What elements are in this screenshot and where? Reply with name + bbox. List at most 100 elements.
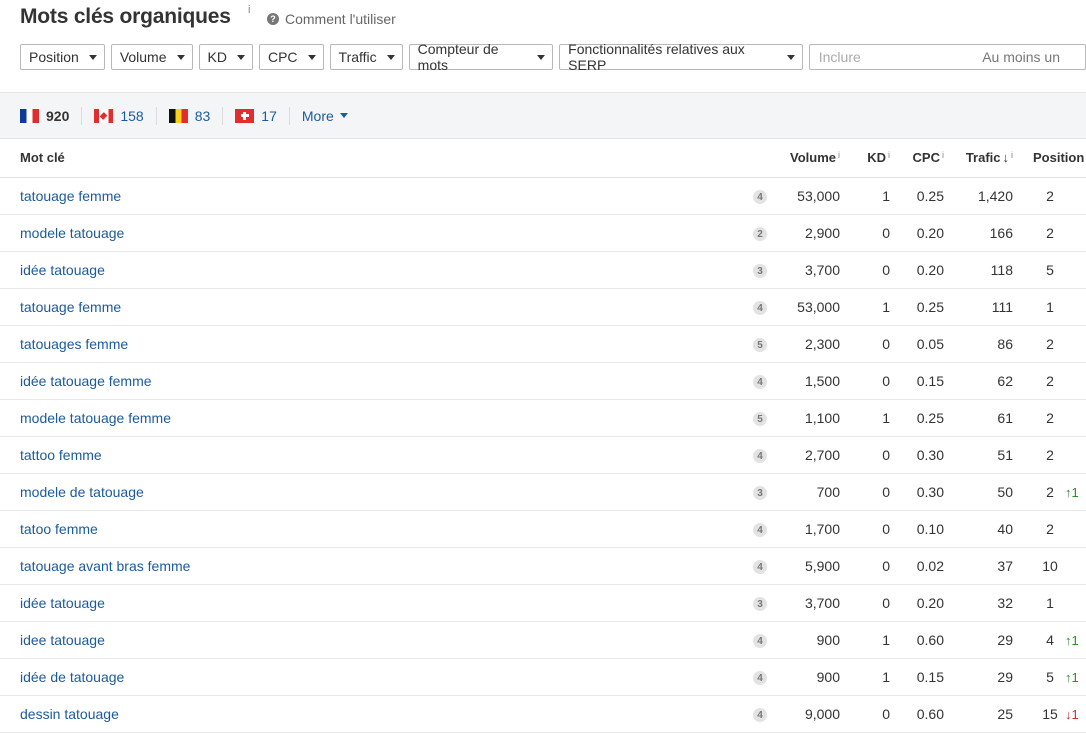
traffic-cell: 111 [991,298,1013,315]
table-row: tattoo femme 4 2,700 0 0.30 51 2 [0,436,1086,473]
filter-position-dropdown[interactable]: Position [20,44,105,70]
serp-count-badge[interactable]: 4 [753,708,767,723]
volume-cell: 2,900 [804,224,840,241]
title-info-icon[interactable]: i [248,4,250,16]
volume-cell: 9,000 [804,705,840,722]
serp-count-badge[interactable]: 3 [753,486,767,501]
position-cell: 5 [1013,251,1086,288]
country-tab-ca[interactable]: 158 [94,106,157,125]
serp-count-badge[interactable]: 4 [753,449,767,464]
keyword-link[interactable]: tattoo femme [0,436,740,473]
keyword-link[interactable]: tatouages femme [0,325,740,362]
include-mode-select[interactable]: Au moins un [982,49,1060,65]
position-change-indicator: ↑1 [1065,669,1079,685]
serp-count-badge[interactable]: 5 [753,338,767,353]
traffic-cell: 32 [997,594,1013,611]
filter-cpc-dropdown[interactable]: CPC [258,44,324,70]
keyword-link[interactable]: modele tatouage femme [0,399,740,436]
serp-features-cell: 3 [740,251,767,288]
volume-cell: 1,500 [804,372,840,389]
traffic-cell: 51 [997,446,1013,463]
col-header-position[interactable]: Position [1013,139,1086,178]
position-value: 2 [1046,224,1054,241]
position-cell: 2 ↑1 [1013,473,1086,510]
keyword-link[interactable]: modele tatouage [0,214,740,251]
serp-features-cell: 4 [740,547,767,584]
serp-count-badge[interactable]: 3 [753,597,767,612]
help-link[interactable]: ? Comment l'utiliser [267,11,396,27]
keyword-link[interactable]: idee tatouage [0,621,740,658]
flag-fr-icon [20,108,39,123]
traffic-cell: 37 [997,557,1013,574]
filter-label: Volume [119,49,167,65]
traffic-cell: 40 [997,520,1013,537]
col-header-keyword[interactable]: Mot clé [0,139,740,178]
country-tab-ch[interactable]: 17 [235,106,290,125]
col-header-cpc[interactable]: CPC i [890,139,944,178]
serp-count-badge[interactable]: 4 [753,375,767,390]
position-value: 15 [1042,705,1058,722]
table-row: tatoo femme 4 1,700 0 0.10 40 2 [0,510,1086,547]
serp-count-badge[interactable]: 4 [753,560,767,575]
serp-count-badge[interactable]: 4 [753,523,767,538]
serp-features-cell: 3 [740,584,767,621]
country-count: 920 [46,107,70,124]
info-icon[interactable]: i [942,150,944,160]
info-icon[interactable]: i [888,150,890,160]
keyword-link[interactable]: dessin tatouage [0,695,740,732]
more-countries-button[interactable]: More [302,108,348,124]
serp-count-badge[interactable]: 2 [753,227,767,242]
traffic-cell: 1,420 [977,187,1013,204]
country-count: 158 [120,107,144,124]
keyword-link[interactable]: tatoo femme [0,510,740,547]
filter-bar: Position Volume KD CPC Traffic Compteur … [20,41,1086,73]
table-row: idée de tatouage 4 900 1 0.15 29 5 ↑1 [0,658,1086,695]
position-cell: 15 ↓1 [1013,695,1086,732]
kd-cell: 0 [882,557,890,574]
keyword-link[interactable]: idée de tatouage [0,658,740,695]
filter-traffic-dropdown[interactable]: Traffic [329,44,403,70]
keyword-link[interactable]: idée tatouage [0,584,740,621]
keyword-link[interactable]: idée tatouage [0,251,740,288]
caret-down-icon [236,54,245,60]
volume-cell: 3,700 [804,594,840,611]
info-icon[interactable]: i [1011,150,1013,160]
keyword-link[interactable]: modele de tatouage [0,473,740,510]
table-row: dessin tatouage 4 9,000 0 0.60 25 15 ↓1 [0,695,1086,732]
info-icon[interactable]: i [838,150,840,160]
filter-kd-dropdown[interactable]: KD [198,44,253,70]
table-row: idée tatouage femme 4 1,500 0 0.15 62 2 [0,362,1086,399]
filter-serp-features-dropdown[interactable]: Fonctionnalités relatives aux SERP [559,41,803,73]
filter-volume-dropdown[interactable]: Volume [110,44,193,70]
serp-count-badge[interactable]: 3 [753,264,767,279]
serp-count-badge[interactable]: 5 [753,412,767,427]
col-header-volume[interactable]: Volume i [767,139,840,178]
col-header-traffic[interactable]: Trafic ↓ i [944,139,1013,178]
page-title: Mots clés organiques [20,5,231,28]
question-icon: ? [267,13,279,25]
volume-cell: 2,300 [804,335,840,352]
filter-label: KD [207,49,227,65]
serp-count-badge[interactable]: 4 [753,671,767,686]
keyword-link[interactable]: idée tatouage femme [0,362,740,399]
caret-down-icon [786,54,795,60]
serp-count-badge[interactable]: 4 [753,634,767,649]
cpc-cell: 0.30 [916,483,944,500]
keyword-link[interactable]: tatouage femme [0,177,740,214]
keyword-link[interactable]: tatouage femme [0,288,740,325]
kd-cell: 1 [882,409,890,426]
serp-count-badge[interactable]: 4 [753,301,767,316]
country-tab-fr[interactable]: 920 [20,106,83,125]
serp-features-cell: 4 [740,436,767,473]
country-count: 83 [194,107,211,124]
col-header-kd[interactable]: KD i [840,139,890,178]
col-header-serp [740,139,767,178]
serp-count-badge[interactable]: 4 [753,190,767,205]
filter-word-count-dropdown[interactable]: Compteur de mots [408,41,554,73]
kd-cell: 0 [882,372,890,389]
keyword-link[interactable]: tatouage avant bras femme [0,547,740,584]
position-value: 1 [1046,298,1054,315]
caret-down-icon [176,54,185,60]
country-tab-be[interactable]: 83 [168,106,224,125]
include-input[interactable]: Inclure Au moins un [808,44,1086,70]
